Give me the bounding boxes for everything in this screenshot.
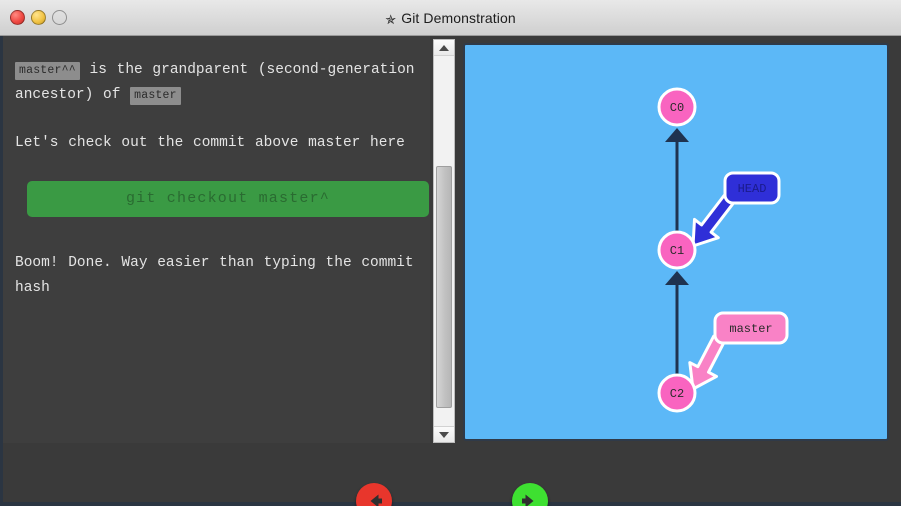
git-demonstration-window: ✯ Git Demonstration first parent of maste… bbox=[0, 0, 901, 506]
ref-label-master: master bbox=[729, 322, 772, 336]
inline-code-chip: master^^ bbox=[15, 61, 80, 80]
next-step-button[interactable] bbox=[512, 483, 548, 506]
lesson-paragraph: Let's check out the commit above master … bbox=[15, 134, 405, 151]
scroll-thumb[interactable] bbox=[436, 166, 452, 408]
window-title-text: Git Demonstration bbox=[401, 10, 516, 26]
commit-label-C0: C0 bbox=[670, 101, 684, 115]
commit-graph-panel[interactable]: C0 C1 C2 HEAD master bbox=[463, 43, 889, 441]
chevron-up-icon bbox=[439, 44, 449, 51]
lesson-scrollbar[interactable] bbox=[433, 39, 455, 443]
commit-label-C1: C1 bbox=[670, 244, 684, 258]
lesson-paragraph: Boom! Done. Way easier than typing the c… bbox=[15, 255, 414, 296]
window-title: ✯ Git Demonstration bbox=[0, 0, 901, 36]
gear-icon: ✯ bbox=[385, 12, 397, 27]
chevron-down-icon bbox=[439, 431, 449, 438]
window-body: first parent of master". master^^ is the… bbox=[0, 36, 901, 506]
inline-code-chip: master bbox=[130, 87, 181, 105]
commit-label-C2: C2 bbox=[670, 387, 684, 401]
back-arrow-icon bbox=[370, 494, 382, 506]
ref-pointer-arrow-head bbox=[691, 193, 736, 248]
lesson-text-content: first parent of master". master^^ is the… bbox=[3, 36, 430, 322]
scroll-up-arrow-icon[interactable] bbox=[434, 40, 454, 56]
commit-edge-arrowhead bbox=[665, 128, 689, 142]
ref-label-head: HEAD bbox=[738, 182, 767, 196]
lesson-paragraph: master^^ is the grandparent (second-gene… bbox=[15, 61, 415, 105]
forward-arrow-icon bbox=[522, 494, 534, 506]
ref-pointer-arrow-master bbox=[688, 334, 726, 391]
lesson-text-panel: first parent of master". master^^ is the… bbox=[3, 36, 430, 443]
window-bottom-border bbox=[0, 502, 901, 506]
scroll-down-arrow-icon[interactable] bbox=[434, 426, 454, 442]
title-bar: ✯ Git Demonstration bbox=[0, 0, 901, 36]
commit-edge-arrowhead bbox=[665, 271, 689, 285]
previous-step-button[interactable] bbox=[356, 483, 392, 506]
run-command-button[interactable]: git checkout master^ bbox=[27, 181, 429, 217]
commit-graph: C0 C1 C2 HEAD master bbox=[657, 87, 789, 413]
